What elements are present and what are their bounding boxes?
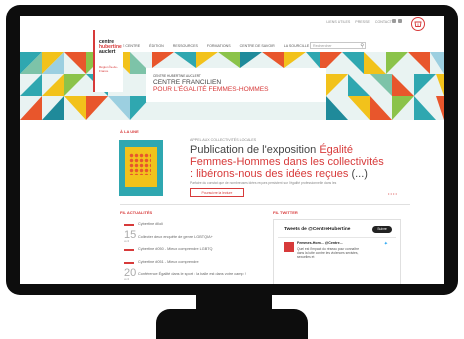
monitor-stand bbox=[156, 309, 308, 339]
news-item[interactable]: Cybertine #051 - Mieux comprendre bbox=[138, 260, 199, 264]
search-placeholder: Rechercher bbox=[313, 44, 332, 48]
section-title-actualites: FIL ACTUALITÉS bbox=[120, 210, 153, 215]
news-bullet bbox=[124, 249, 134, 251]
news-item[interactable]: Collecter deux enquête de genre LGBTQIA+ bbox=[138, 235, 213, 239]
monitor-frame: LIENS UTILES PRESSE CONTACT 0 centre hub… bbox=[6, 5, 458, 295]
utility-link[interactable]: CONTACT bbox=[375, 20, 392, 24]
twitter-title: Tweets de @CentreHubertine bbox=[284, 227, 351, 232]
featured-image[interactable] bbox=[119, 140, 163, 196]
nav-item-sourcille[interactable]: LA SOURCILLE bbox=[284, 44, 310, 48]
featured-image-pattern bbox=[129, 153, 151, 175]
nav-item-formations[interactable]: FORMATIONS bbox=[207, 44, 231, 48]
banner-tagline: POUR L'ÉGALITÉ FEMMES-HOMMES bbox=[153, 86, 269, 93]
carousel-pager[interactable]: • • • • bbox=[388, 191, 397, 196]
news-bullet bbox=[124, 262, 134, 264]
tweet-body: Quel est l'impact du réseau pour connaît… bbox=[297, 247, 360, 260]
news-date: 15 avril bbox=[124, 230, 136, 243]
banner-subtitle: CENTRE HUBERTINE AUCLERT bbox=[153, 74, 201, 78]
news-date: 20 avril bbox=[124, 268, 136, 281]
twitter-icon[interactable] bbox=[398, 19, 402, 23]
news-item[interactable]: Cybertine #050 - Mieux comprendre LGBTQ bbox=[138, 247, 213, 251]
search-icon[interactable]: ⚲ bbox=[360, 43, 364, 49]
utility-link[interactable]: PRESSE bbox=[355, 20, 370, 24]
twitter-avatar[interactable] bbox=[284, 242, 294, 252]
news-item[interactable]: Cybertine #lloli bbox=[138, 222, 163, 226]
search-input[interactable]: Rechercher ⚲ bbox=[310, 42, 366, 49]
tweet-author[interactable]: Femmes-Hom... @Centre... bbox=[297, 241, 343, 245]
section-title-twitter: FIL TWITTER bbox=[273, 210, 298, 215]
cart-icon[interactable]: 0 bbox=[410, 17, 426, 31]
browser-screen: LIENS UTILES PRESSE CONTACT 0 centre hub… bbox=[20, 16, 444, 284]
nav-item-centre-savoir[interactable]: CENTRE DE SAVOIR bbox=[240, 44, 275, 48]
featured-title-ellipsis: (...) bbox=[351, 168, 368, 180]
site-logo[interactable]: centre hubertine auclert Région Île-de-F… bbox=[93, 30, 123, 92]
nav-item-ressources[interactable]: RESSOURCES bbox=[173, 44, 198, 48]
region-logo: Région Île-de-France bbox=[99, 65, 118, 73]
banner-title-box: CENTRE HUBERTINE AUCLERT CENTRE FRANCILI… bbox=[146, 68, 326, 102]
twitter-divider bbox=[278, 237, 396, 238]
social-icons bbox=[392, 19, 406, 24]
news-bullet bbox=[124, 224, 134, 226]
featured-title-part: Publication de l'exposition bbox=[190, 144, 317, 156]
utility-link[interactable]: LIENS UTILES bbox=[326, 20, 350, 24]
featured-description: Parfaire du constat que de nombreuses id… bbox=[190, 181, 337, 185]
logo-line: auclert bbox=[99, 49, 116, 55]
twitter-bird-icon: ✦ bbox=[383, 241, 388, 247]
banner-title: CENTRE FRANCILIEN bbox=[153, 79, 222, 86]
featured-kicker: APPEL AUX COLLECTIVITÉS LOCALES bbox=[190, 138, 257, 142]
follow-button[interactable]: Suivre bbox=[372, 226, 392, 233]
nav-item-centre[interactable]: LE CENTRE bbox=[120, 44, 140, 48]
nav-item-edition[interactable]: ÉDITION bbox=[149, 44, 164, 48]
news-item[interactable]: Conférence Égalité dans le sport : la ba… bbox=[138, 272, 250, 277]
featured-title[interactable]: Publication de l'exposition Égalité Femm… bbox=[190, 144, 388, 180]
twitter-widget: Tweets de @CentreHubertine Suivre Femmes… bbox=[273, 219, 401, 284]
facebook-icon[interactable] bbox=[392, 19, 396, 23]
divider bbox=[120, 204, 410, 205]
main-nav: LE CENTRE ÉDITION RESSOURCES FORMATIONS … bbox=[120, 44, 317, 48]
cart-count: 0 bbox=[417, 23, 419, 27]
read-more-button[interactable]: Poursuivre la lecture bbox=[190, 188, 244, 197]
section-title-une: À LA UNE bbox=[120, 129, 139, 134]
utility-links: LIENS UTILES PRESSE CONTACT bbox=[322, 20, 392, 24]
